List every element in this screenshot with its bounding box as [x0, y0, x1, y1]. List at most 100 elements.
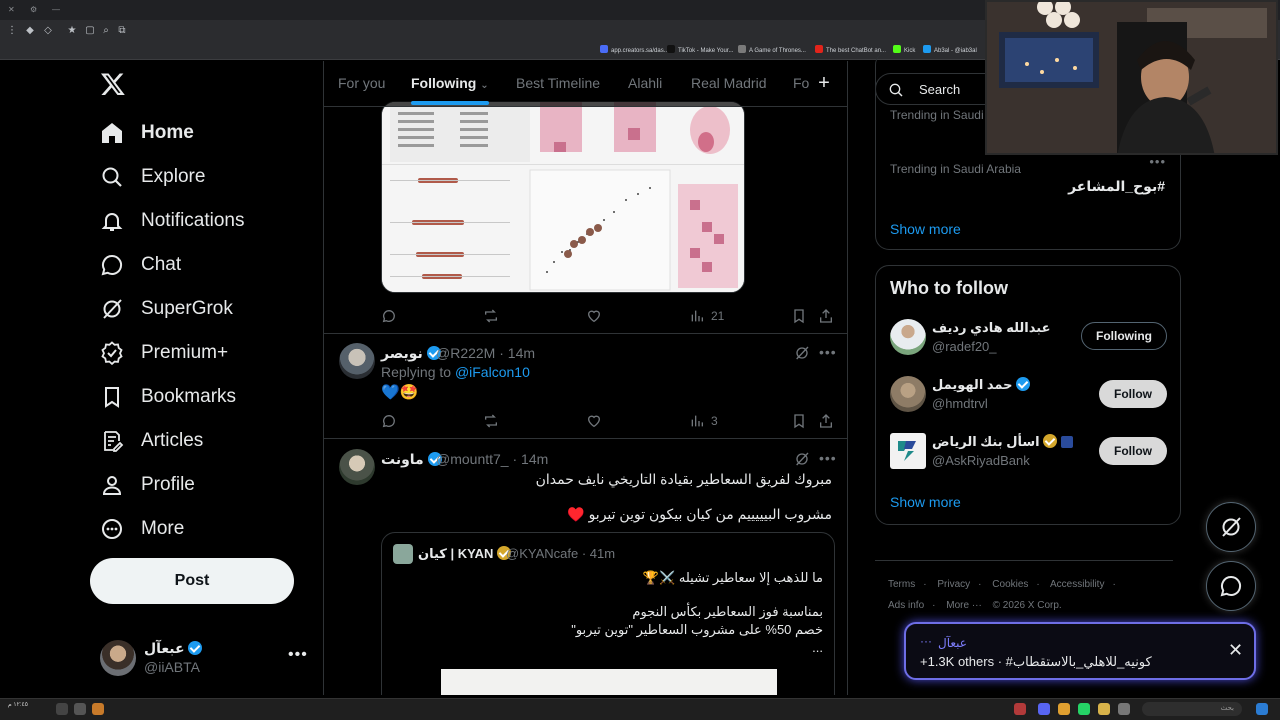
footer-link-accessibility[interactable]: Accessibility — [1050, 579, 1104, 590]
suggested-user-name[interactable]: اسأل بنك الرياض — [932, 434, 1073, 450]
share-button[interactable] — [818, 411, 834, 431]
account-switcher[interactable]: عبعآل @iiABTA ••• — [100, 638, 310, 678]
right-sidebar: Trending in Saudi Arabia Trending in Sau… — [860, 51, 1181, 695]
whatsapp-icon[interactable] — [1078, 703, 1090, 715]
avatar[interactable] — [890, 376, 926, 412]
taskbar-app-icon[interactable] — [74, 703, 86, 715]
avatar[interactable] — [339, 449, 375, 485]
like-button[interactable] — [586, 306, 602, 326]
follow-button[interactable]: Follow — [1099, 437, 1167, 465]
who-to-follow-show-more[interactable]: Show more — [890, 494, 961, 510]
extension-icon-2[interactable]: ◇ — [42, 25, 54, 37]
minimize-window-icon[interactable]: — — [52, 6, 60, 14]
taskbar-app-icon[interactable] — [56, 703, 68, 715]
footer-link-terms[interactable]: Terms — [888, 579, 915, 590]
verified-gold-badge-icon — [1043, 434, 1058, 448]
nav-home[interactable]: Home — [100, 119, 194, 147]
zoom-icon[interactable]: ⌕ — [100, 25, 112, 37]
settings-window-icon[interactable]: ⚙ — [30, 6, 38, 14]
more-options-icon[interactable]: ••• — [819, 344, 837, 360]
trend-title[interactable]: #بوح_المشاعر — [1068, 178, 1165, 195]
nav-explore[interactable]: Explore — [100, 163, 205, 191]
tab-for-you[interactable]: For you — [338, 61, 385, 107]
who-to-follow-panel: Who to follow عبدالله هادي رديف @radef20… — [875, 265, 1181, 525]
repost-button[interactable] — [483, 411, 499, 431]
notification-toast[interactable]: ··· عبعآل +1.3K others · #كونيه_للاهلي_ب… — [904, 622, 1256, 680]
extension-icon[interactable]: ◆ — [24, 25, 36, 37]
taskbar-app-icon[interactable] — [1014, 703, 1026, 715]
nav-supergrok[interactable]: SuperGrok — [100, 295, 233, 323]
taskbar-search-input[interactable]: بحث — [1142, 702, 1242, 716]
repost-button[interactable] — [483, 306, 499, 326]
bookmark-item[interactable]: A Game of Thrones... — [738, 45, 806, 57]
reply-button[interactable] — [381, 411, 397, 431]
suggested-user-name[interactable]: عبدالله هادي رديف — [932, 320, 1050, 336]
quoted-text: بمناسبة فوز السعاطير بكأس النجوم — [632, 604, 823, 619]
grok-icon[interactable] — [794, 345, 810, 361]
bookmark-item[interactable]: TikTok - Make Your... — [667, 45, 733, 57]
suggested-user-name[interactable]: حمد الهويمل — [932, 377, 1031, 393]
grok-fab-button[interactable] — [1206, 502, 1256, 552]
more-options-icon[interactable]: ••• — [288, 646, 308, 664]
menu-icon[interactable]: ⋮ — [6, 25, 18, 37]
x-logo-icon[interactable] — [100, 71, 126, 97]
nav-profile[interactable]: Profile — [100, 471, 195, 499]
start-icon[interactable] — [1256, 703, 1268, 715]
tab-following[interactable]: Following ⌄ — [411, 61, 489, 107]
avatar[interactable] — [339, 343, 375, 379]
footer-link-ads-info[interactable]: Ads info — [888, 600, 924, 611]
tab-alahli[interactable]: Alahli — [628, 61, 662, 107]
nav-premium[interactable]: Premium+ — [100, 339, 228, 367]
views-button[interactable]: 3 — [689, 411, 718, 431]
nav-notifications[interactable]: Notifications — [100, 207, 245, 235]
bookmark-button[interactable] — [791, 306, 807, 326]
taskbar-app-icon[interactable] — [1118, 703, 1130, 715]
mic-icon[interactable] — [92, 703, 104, 715]
chrome-icon[interactable] — [1058, 703, 1070, 715]
footer-link-cookies[interactable]: Cookies — [992, 579, 1028, 590]
like-button[interactable] — [586, 411, 602, 431]
views-button[interactable]: 21 — [689, 306, 724, 326]
author-name[interactable]: ماونت — [381, 451, 442, 468]
close-window-icon[interactable]: ✕ — [8, 6, 16, 14]
bookmark-item[interactable]: The best ChatBot an... — [815, 45, 886, 57]
avatar[interactable] — [890, 319, 926, 355]
grok-icon[interactable] — [794, 451, 810, 467]
close-icon[interactable]: ✕ — [1228, 641, 1244, 659]
folder-icon[interactable] — [1098, 703, 1110, 715]
search-placeholder: Search — [919, 82, 961, 97]
bookmark-item[interactable]: app.creators.sa/das... — [600, 45, 669, 57]
footer-link-privacy[interactable]: Privacy — [937, 579, 970, 590]
tab-best-timeline[interactable]: Best Timeline — [516, 61, 600, 107]
share-icon[interactable]: ⧉ — [116, 25, 128, 37]
nav-bookmarks[interactable]: Bookmarks — [100, 383, 236, 411]
chat-fab-button[interactable] — [1206, 561, 1256, 611]
post-button[interactable]: Post — [90, 558, 294, 604]
more-options-icon[interactable]: ••• — [1149, 154, 1166, 169]
quoted-media-image[interactable] — [441, 669, 777, 695]
mention-link[interactable]: @iFalcon10 — [455, 364, 530, 380]
add-tab-icon[interactable]: + — [814, 73, 834, 93]
follow-button[interactable]: Follow — [1099, 380, 1167, 408]
screenshot-icon[interactable]: ▢ — [84, 25, 96, 37]
nav-articles[interactable]: Articles — [100, 427, 203, 455]
following-button[interactable]: Following — [1081, 322, 1167, 350]
riyad-bank-logo-icon[interactable] — [890, 433, 926, 469]
author-name[interactable]: نويصر — [381, 345, 441, 362]
tweet-media-image[interactable] — [381, 101, 745, 293]
reply-button[interactable] — [381, 306, 397, 326]
tab-real-madrid[interactable]: Real Madrid — [691, 61, 766, 107]
footer-link-more[interactable]: More ··· — [946, 600, 982, 611]
share-button[interactable] — [818, 306, 834, 326]
bookmark-button[interactable] — [791, 411, 807, 431]
nav-more[interactable]: More — [100, 515, 184, 543]
trends-show-more[interactable]: Show more — [890, 221, 961, 237]
quoted-tweet[interactable]: كيان | KYAN @KYANcafe · 41m ما للذهب إلا… — [381, 532, 835, 695]
more-options-icon[interactable]: ••• — [819, 450, 837, 466]
nav-chat[interactable]: Chat — [100, 251, 181, 279]
star-icon[interactable]: ★ — [66, 25, 78, 37]
discord-icon[interactable] — [1038, 703, 1050, 715]
tab-fo[interactable]: Fo — [793, 61, 809, 107]
nav-label: Premium+ — [141, 342, 229, 363]
share-icon — [820, 309, 832, 323]
